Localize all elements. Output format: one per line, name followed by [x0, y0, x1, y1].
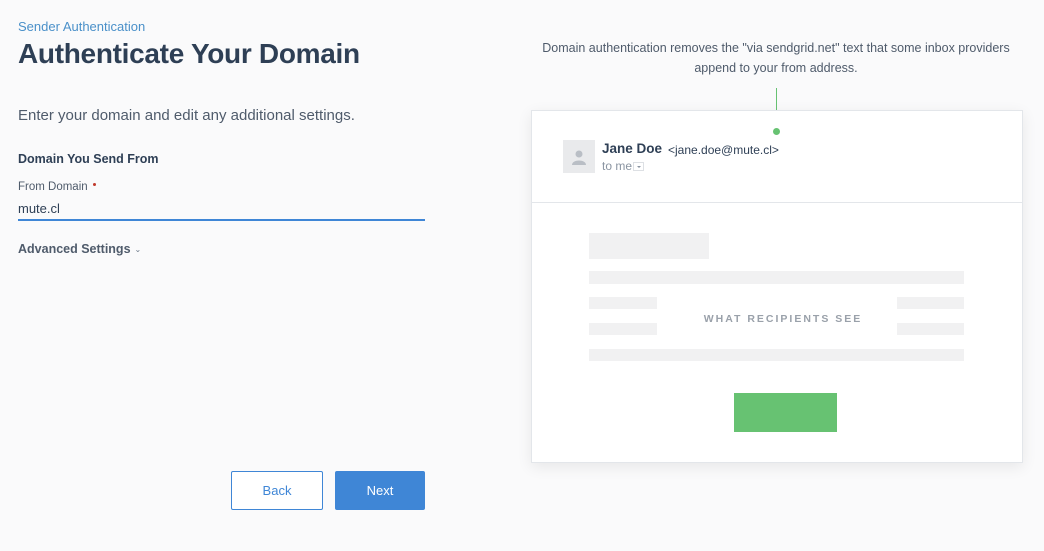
recipients-label: WHAT RECIPIENTS SEE — [703, 313, 863, 325]
chevron-down-icon: ⌄ — [134, 244, 142, 254]
section-heading-domain: Domain You Send From — [18, 152, 159, 166]
placeholder-line-right — [897, 297, 964, 309]
from-domain-label-text: From Domain — [18, 181, 88, 193]
intro-text: Enter your domain and edit any additiona… — [18, 107, 355, 124]
page: Sender Authentication Authenticate Your … — [0, 0, 1044, 551]
sender-email: <jane.doe@mute.cl> — [668, 143, 779, 157]
to-me-text: to me — [602, 159, 633, 173]
from-domain-label: From Domain — [18, 181, 96, 193]
dropdown-caret-icon — [633, 162, 645, 171]
email-preview-card: Jane Doe <jane.doe@mute.cl> to me WHAT R… — [531, 110, 1023, 463]
breadcrumb-sender-authentication[interactable]: Sender Authentication — [18, 19, 145, 34]
to-me: to me — [602, 159, 645, 173]
preview-description: Domain authentication removes the "via s… — [542, 41, 1010, 75]
next-button[interactable]: Next — [335, 471, 425, 510]
advanced-settings-label: Advanced Settings — [18, 242, 131, 256]
card-divider — [532, 202, 1022, 203]
page-title: Authenticate Your Domain — [18, 38, 360, 69]
advanced-settings-toggle[interactable]: Advanced Settings ⌄ — [18, 242, 141, 256]
connector-dot — [773, 128, 780, 135]
avatar — [563, 140, 595, 173]
from-domain-input[interactable] — [18, 198, 425, 221]
placeholder-line — [589, 271, 964, 284]
back-button[interactable]: Back — [231, 471, 323, 510]
placeholder-line-left — [589, 297, 657, 309]
placeholder-heading-bar — [589, 233, 709, 259]
required-indicator — [92, 183, 96, 186]
cta-button-placeholder — [734, 393, 837, 432]
placeholder-line — [589, 349, 964, 361]
placeholder-line-left — [589, 323, 657, 335]
user-icon — [572, 150, 586, 165]
sender-name: Jane Doe — [602, 141, 663, 156]
